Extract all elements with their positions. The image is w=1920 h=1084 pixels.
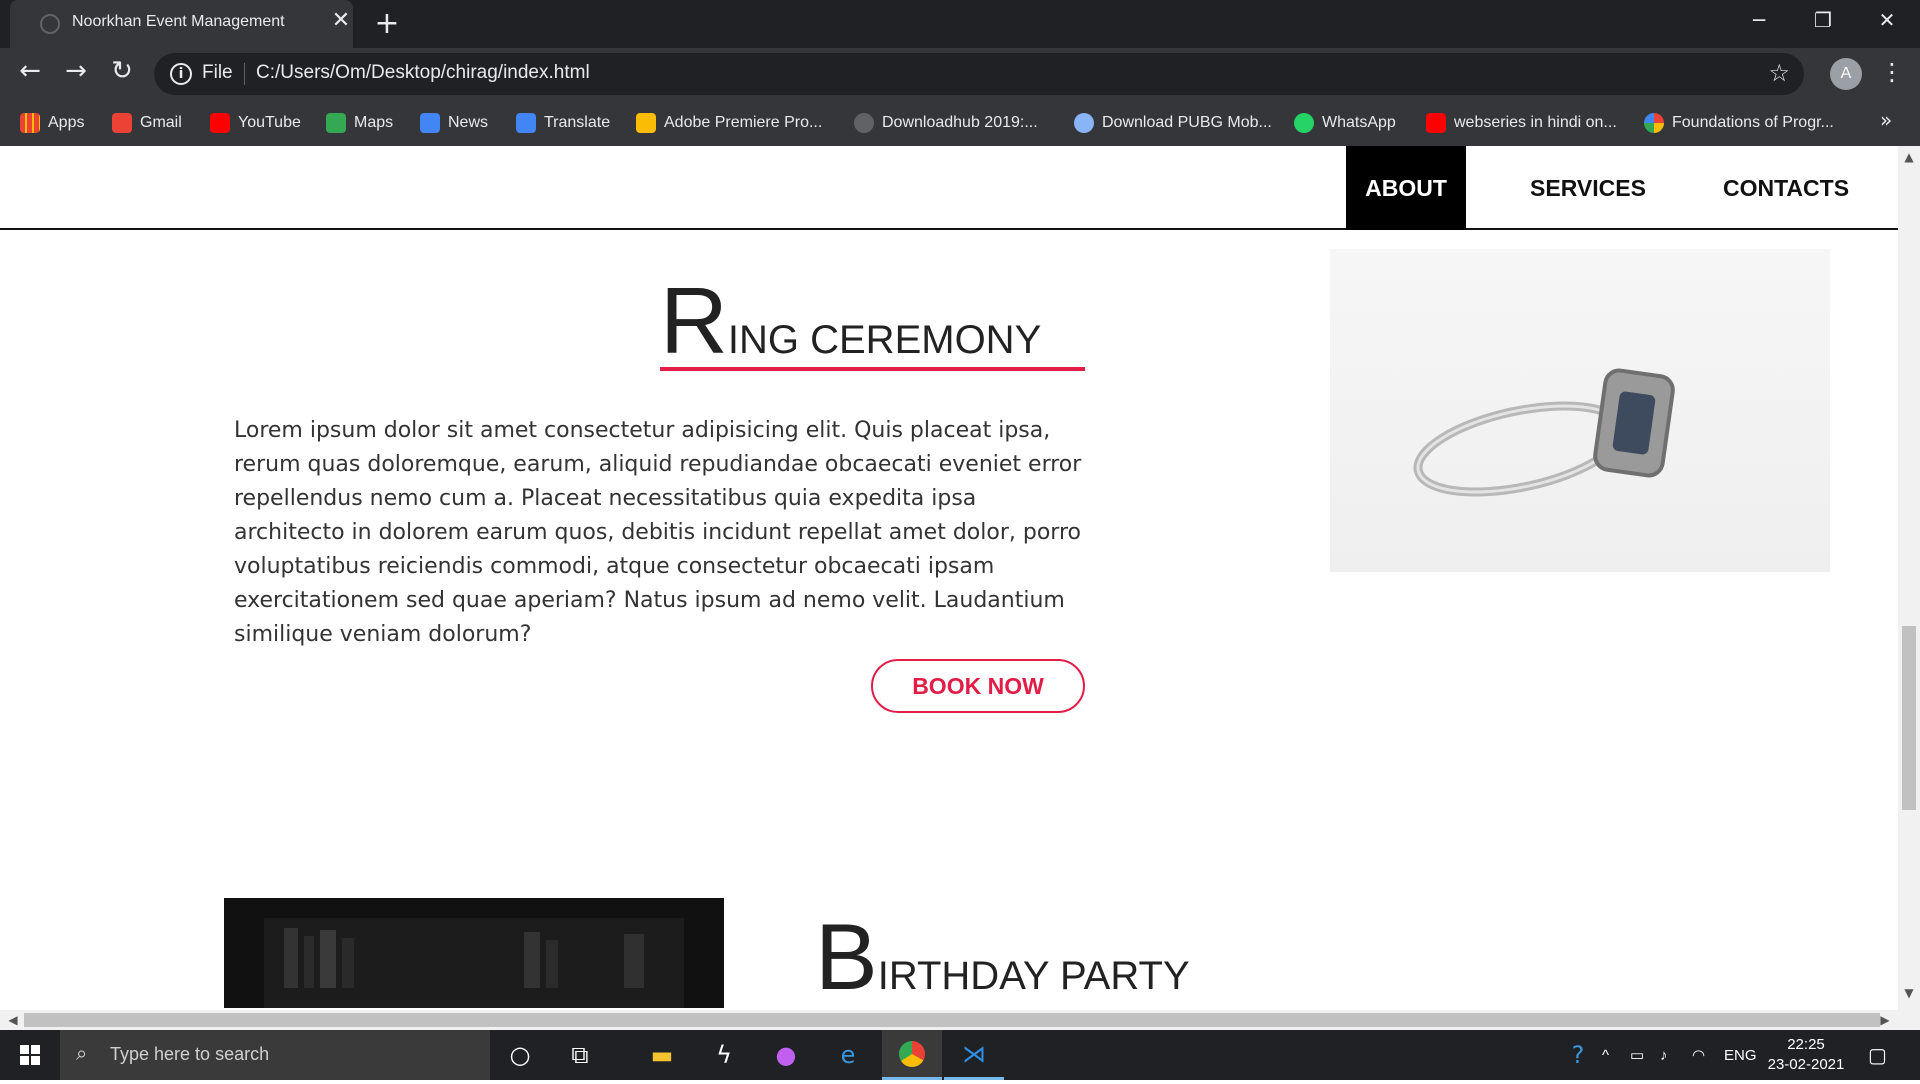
start-button[interactable] [0, 1030, 60, 1080]
bookmark-downloadhub[interactable]: Downloadhub 2019:... [854, 100, 1038, 146]
horizontal-scrollbar[interactable]: ◀ ▶ [0, 1010, 1920, 1030]
title-rest: ING CEREMONY [727, 318, 1042, 362]
omnibox[interactable]: i File C:/Users/Om/Desktop/chirag/index.… [154, 53, 1804, 95]
clock[interactable]: 22:25 23-02-2021 [1766, 1035, 1846, 1075]
google-g-icon [636, 113, 656, 133]
pubg-icon [1074, 113, 1094, 133]
scroll-up-arrow-icon[interactable]: ▲ [1898, 150, 1920, 164]
more-bookmarks-icon[interactable]: » [1880, 108, 1892, 132]
help-icon[interactable]: ? [1548, 1030, 1608, 1080]
whatsapp-icon [1294, 113, 1314, 133]
bookmark-news[interactable]: News [420, 100, 488, 146]
bookmark-foundations[interactable]: Foundations of Progr... [1644, 100, 1834, 146]
edge-icon[interactable]: e [818, 1030, 878, 1080]
vertical-scroll-thumb[interactable] [1902, 626, 1916, 810]
clock-date: 23-02-2021 [1767, 1056, 1845, 1073]
youtube-icon [1426, 113, 1446, 133]
title-underline [660, 367, 1085, 371]
google-icon [1644, 113, 1664, 133]
profile-avatar[interactable]: A [1830, 58, 1862, 90]
youtube-icon [210, 113, 230, 133]
nav-about[interactable]: ABOUT [1346, 146, 1466, 230]
ring-ceremony-description: Lorem ipsum dolor sit amet consectetur a… [234, 418, 1082, 647]
globe-icon [40, 14, 60, 34]
minimize-icon[interactable]: ─ [1734, 8, 1784, 32]
scroll-left-arrow-icon[interactable]: ◀ [2, 1013, 24, 1027]
back-arrow-icon[interactable]: ← [10, 56, 50, 86]
maps-icon [326, 113, 346, 133]
ring-photo [1330, 249, 1830, 572]
birthday-photo [224, 898, 724, 1008]
chrome-icon[interactable] [882, 1030, 942, 1080]
bookmark-webseries[interactable]: webseries in hindi on... [1426, 100, 1617, 146]
forward-arrow-icon[interactable]: → [56, 56, 96, 86]
bookshelf-illustration [264, 918, 684, 1008]
windows-taskbar: ⌕ Type here to search ○ ⧉ ▬ ϟ ● e ⋊ ? ^ … [0, 1030, 1920, 1080]
vscode-icon[interactable]: ⋊ [944, 1030, 1004, 1080]
bookmark-apps[interactable]: Apps [20, 100, 84, 146]
translate-icon [516, 113, 536, 133]
tab-title: Noorkhan Event Management [72, 13, 285, 30]
web-page: ABOUT SERVICES CONTACTS RING CEREMONY Lo… [0, 146, 1898, 1010]
url-text[interactable]: C:/Users/Om/Desktop/chirag/index.html [256, 62, 590, 84]
restore-icon[interactable]: ❐ [1798, 8, 1848, 32]
browser-tab-bar: Noorkhan Event Management ✕ + ─ ❐ ✕ [0, 0, 1920, 48]
search-placeholder: Type here to search [110, 1044, 270, 1064]
clock-time: 22:25 [1787, 1036, 1825, 1053]
bookmark-star-icon[interactable]: ☆ [1768, 59, 1790, 87]
bookmarks-bar: Apps Gmail YouTube Maps News Translate A… [0, 100, 1920, 146]
gmail-icon [112, 113, 132, 133]
cortana-icon[interactable]: ○ [490, 1030, 550, 1080]
windows-logo-icon [20, 1045, 40, 1065]
bookmark-gmail[interactable]: Gmail [112, 100, 182, 146]
reload-icon[interactable]: ↻ [102, 56, 142, 86]
volume-icon[interactable]: ♪ [1660, 1030, 1668, 1080]
search-icon: ⌕ [76, 1041, 88, 1065]
app-lightning-icon[interactable]: ϟ [694, 1030, 754, 1080]
title-rest: IRTHDAY PARTY [877, 954, 1190, 998]
ring-ceremony-title: RING CEREMONY [660, 274, 1041, 368]
new-tab-button[interactable]: + [372, 6, 402, 41]
menu-kebab-icon[interactable]: ⋮ [1880, 58, 1904, 86]
scheme-label: File [202, 62, 233, 83]
omnibox-divider [244, 63, 245, 85]
book-now-button[interactable]: BOOK NOW [871, 659, 1085, 713]
apps-grid-icon [20, 113, 40, 133]
bookmark-adobe-premiere[interactable]: Adobe Premiere Pro... [636, 100, 822, 146]
title-initial: R [660, 268, 728, 373]
ring-illustration [1413, 368, 1675, 497]
nav-services[interactable]: SERVICES [1518, 146, 1658, 230]
downloadhub-icon [854, 113, 874, 133]
task-view-icon[interactable]: ⧉ [550, 1030, 610, 1080]
bookmark-translate[interactable]: Translate [516, 100, 610, 146]
vertical-scrollbar[interactable]: ▲ ▼ [1898, 146, 1920, 1010]
battery-icon[interactable]: ▭ [1630, 1030, 1644, 1080]
tray-chevron-icon[interactable]: ^ [1602, 1030, 1609, 1080]
bookmark-youtube[interactable]: YouTube [210, 100, 301, 146]
address-bar-row: ← → ↻ i File C:/Users/Om/Desktop/chirag/… [0, 48, 1920, 100]
site-navbar: ABOUT SERVICES CONTACTS [0, 146, 1898, 230]
scroll-right-arrow-icon[interactable]: ▶ [1874, 1013, 1896, 1027]
file-explorer-icon[interactable]: ▬ [632, 1030, 692, 1080]
info-icon[interactable]: i [170, 63, 192, 85]
title-initial: B [815, 904, 878, 1009]
bookmark-whatsapp[interactable]: WhatsApp [1294, 100, 1396, 146]
bookmark-maps[interactable]: Maps [326, 100, 393, 146]
taskbar-search-box[interactable]: ⌕ Type here to search [60, 1030, 490, 1080]
language-indicator[interactable]: ENG [1724, 1030, 1757, 1080]
paint-drop-icon[interactable]: ● [756, 1030, 816, 1080]
notifications-icon[interactable]: ▢ [1868, 1030, 1887, 1080]
bookmark-pubg[interactable]: Download PUBG Mob... [1074, 100, 1272, 146]
nav-contacts[interactable]: CONTACTS [1706, 146, 1866, 230]
close-window-icon[interactable]: ✕ [1862, 8, 1912, 32]
wifi-icon[interactable]: ◠ [1692, 1030, 1705, 1080]
birthday-party-title: BIRTHDAY PARTY [815, 910, 1190, 1004]
close-tab-icon[interactable]: ✕ [328, 8, 354, 33]
horizontal-scroll-thumb[interactable] [24, 1013, 1880, 1027]
news-icon [420, 113, 440, 133]
browser-tab[interactable]: Noorkhan Event Management ✕ [10, 0, 353, 48]
scroll-down-arrow-icon[interactable]: ▼ [1898, 986, 1920, 1000]
